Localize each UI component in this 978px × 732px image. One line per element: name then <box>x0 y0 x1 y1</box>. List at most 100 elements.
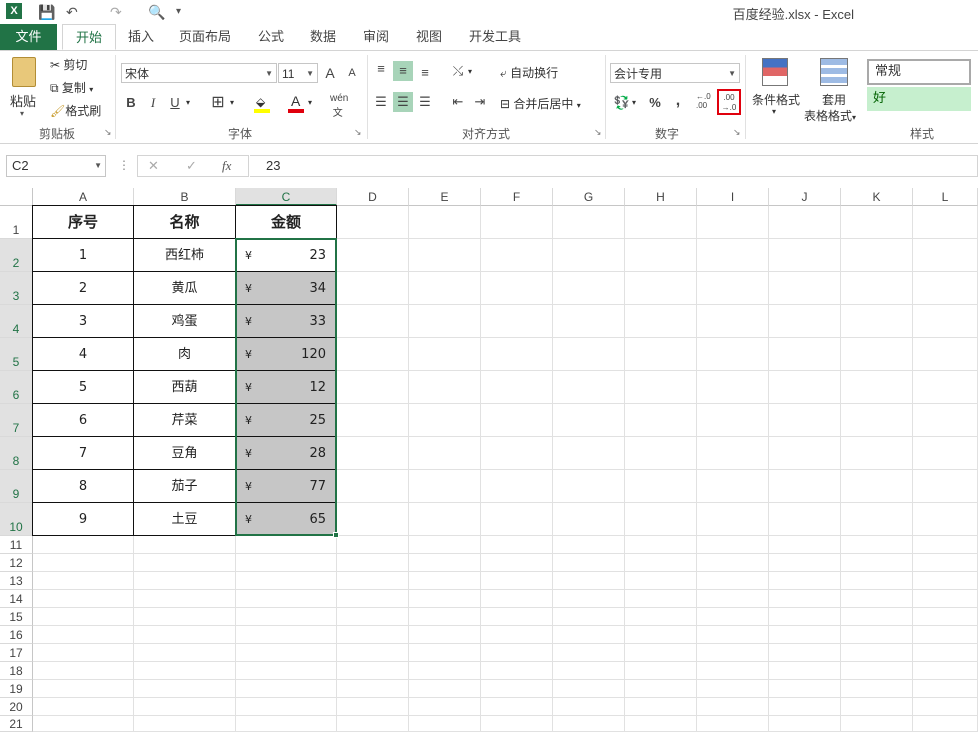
cell-J16[interactable] <box>769 626 841 644</box>
cell-B12[interactable] <box>134 554 236 572</box>
dialog-launcher-icon[interactable]: ↘ <box>594 127 602 138</box>
cell-E12[interactable] <box>409 554 481 572</box>
tab-view[interactable]: 视图 <box>408 24 450 50</box>
cell-I21[interactable] <box>697 716 769 732</box>
decrease-decimal-icon[interactable]: .00 →.0 <box>717 89 741 115</box>
cell-B18[interactable] <box>134 662 236 680</box>
cell-K12[interactable] <box>841 554 913 572</box>
cell-A13[interactable] <box>33 572 134 590</box>
formula-input[interactable]: 23 <box>250 155 978 177</box>
row-header-19[interactable]: 19 <box>0 680 33 698</box>
cell-B20[interactable] <box>134 698 236 716</box>
cell-K17[interactable] <box>841 644 913 662</box>
cell-D17[interactable] <box>337 644 409 662</box>
cell-A4[interactable]: 3 <box>32 304 134 338</box>
row-header-20[interactable]: 20 <box>0 698 33 716</box>
dialog-launcher-icon[interactable]: ↘ <box>354 127 362 138</box>
grow-font-icon[interactable]: A <box>320 63 340 83</box>
underline-button[interactable]: U <box>165 93 185 113</box>
cell-I12[interactable] <box>697 554 769 572</box>
cell-B7[interactable]: 芹菜 <box>133 403 236 437</box>
chevron-down-icon[interactable]: ▾ <box>308 98 312 107</box>
cell-B19[interactable] <box>134 680 236 698</box>
cell-K10[interactable] <box>841 503 913 536</box>
cell-G16[interactable] <box>553 626 625 644</box>
column-header-f[interactable]: F <box>481 188 553 206</box>
cell-D13[interactable] <box>337 572 409 590</box>
cell-I8[interactable] <box>697 437 769 470</box>
cell-C17[interactable] <box>236 644 337 662</box>
row-header-17[interactable]: 17 <box>0 644 33 662</box>
bold-button[interactable]: B <box>121 93 141 113</box>
borders-icon[interactable]: ⊞ <box>208 93 228 113</box>
cell-A19[interactable] <box>33 680 134 698</box>
cell-F10[interactable] <box>481 503 553 536</box>
cell-J15[interactable] <box>769 608 841 626</box>
cell-L13[interactable] <box>913 572 978 590</box>
align-middle-icon[interactable]: ≡ <box>393 61 413 81</box>
cell-H7[interactable] <box>625 404 697 437</box>
cell-J18[interactable] <box>769 662 841 680</box>
cell-G11[interactable] <box>553 536 625 554</box>
cell-L14[interactable] <box>913 590 978 608</box>
cell-C7[interactable]: ¥25 <box>235 403 337 437</box>
cell-K18[interactable] <box>841 662 913 680</box>
cell-I15[interactable] <box>697 608 769 626</box>
tab-data[interactable]: 数据 <box>302 24 344 50</box>
chevron-down-icon[interactable]: ▾ <box>230 98 234 107</box>
row-header-9[interactable]: 9 <box>0 470 33 503</box>
cell-E6[interactable] <box>409 371 481 404</box>
row-header-2[interactable]: 2 <box>0 239 33 272</box>
cell-I18[interactable] <box>697 662 769 680</box>
cell-K20[interactable] <box>841 698 913 716</box>
cell-C10[interactable]: ¥65 <box>235 502 337 536</box>
cell-H12[interactable] <box>625 554 697 572</box>
row-header-5[interactable]: 5 <box>0 338 33 371</box>
cell-E11[interactable] <box>409 536 481 554</box>
cell-L2[interactable] <box>913 239 978 272</box>
wrap-text-button[interactable]: ⤶ 自动换行 <box>500 64 558 81</box>
cell-H16[interactable] <box>625 626 697 644</box>
cell-I6[interactable] <box>697 371 769 404</box>
cell-L16[interactable] <box>913 626 978 644</box>
cell-H2[interactable] <box>625 239 697 272</box>
cell-D12[interactable] <box>337 554 409 572</box>
cell-F20[interactable] <box>481 698 553 716</box>
cell-L17[interactable] <box>913 644 978 662</box>
enter-icon[interactable]: ✓ <box>186 158 197 174</box>
fill-handle[interactable] <box>333 532 339 538</box>
cell-F15[interactable] <box>481 608 553 626</box>
cell-B6[interactable]: 西葫 <box>133 370 236 404</box>
column-header-h[interactable]: H <box>625 188 697 206</box>
cell-B15[interactable] <box>134 608 236 626</box>
cell-L1[interactable] <box>913 206 978 239</box>
cell-B1[interactable]: 名称 <box>133 205 236 239</box>
cell-A20[interactable] <box>33 698 134 716</box>
italic-button[interactable]: I <box>143 93 163 113</box>
align-right-icon[interactable]: ☰ <box>415 92 435 112</box>
cell-L12[interactable] <box>913 554 978 572</box>
cell-C2[interactable]: ¥23 <box>235 238 337 272</box>
cell-I11[interactable] <box>697 536 769 554</box>
cell-H19[interactable] <box>625 680 697 698</box>
cell-G5[interactable] <box>553 338 625 371</box>
cell-E7[interactable] <box>409 404 481 437</box>
cell-E5[interactable] <box>409 338 481 371</box>
cell-L4[interactable] <box>913 305 978 338</box>
orientation-icon[interactable]: ⤯ <box>448 61 468 81</box>
cell-F6[interactable] <box>481 371 553 404</box>
cell-K15[interactable] <box>841 608 913 626</box>
cell-E1[interactable] <box>409 206 481 239</box>
cell-G21[interactable] <box>553 716 625 732</box>
cell-I17[interactable] <box>697 644 769 662</box>
cell-I9[interactable] <box>697 470 769 503</box>
cell-I13[interactable] <box>697 572 769 590</box>
cell-K9[interactable] <box>841 470 913 503</box>
chevron-down-icon[interactable]: ▾ <box>468 67 472 76</box>
cell-L3[interactable] <box>913 272 978 305</box>
tab-developer[interactable]: 开发工具 <box>462 24 528 50</box>
row-header-13[interactable]: 13 <box>0 572 33 590</box>
cell-D4[interactable] <box>337 305 409 338</box>
cell-J11[interactable] <box>769 536 841 554</box>
row-header-1[interactable]: 1 <box>0 206 33 239</box>
